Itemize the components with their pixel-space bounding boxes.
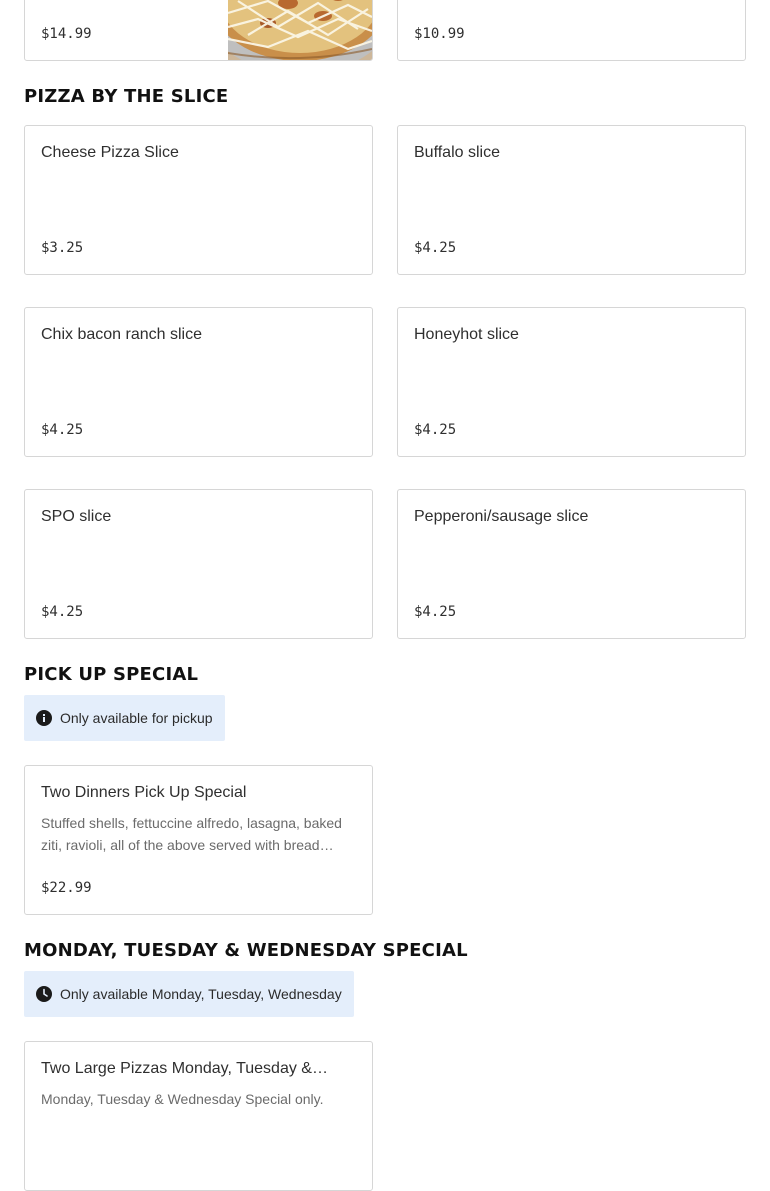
availability-notice: Only available for pickup [24,695,225,741]
section-title: PIZZA BY THE SLICE [24,86,229,107]
item-name: SPO slice [41,508,112,525]
item-description: Monday, Tuesday & Wednesday Special only… [41,1091,324,1107]
item-price: $4.25 [41,422,84,438]
notice-text: Only available Monday, Tuesday, Wednesda… [60,986,342,1002]
item-name: Chix bacon ranch slice [41,326,202,343]
section-title: MONDAY, TUESDAY & WEDNESDAY SPECIAL [24,940,468,961]
menu-item-card[interactable]: $10.99 [397,0,746,61]
availability-notice: Only available Monday, Tuesday, Wednesda… [24,971,354,1017]
section-title: PICK UP SPECIAL [24,664,199,685]
menu-item-card[interactable]: $14.99 [24,0,373,61]
clock-icon [36,986,52,1002]
item-price: $4.25 [414,604,457,620]
menu-item-card[interactable]: Two Large Pizzas Monday, Tuesday &… Mond… [24,1041,373,1191]
menu-item-card[interactable]: Pepperoni/sausage slice $4.25 [397,489,746,639]
item-name: Pepperoni/sausage slice [414,508,589,525]
menu-item-card[interactable]: Honeyhot slice $4.25 [397,307,746,457]
menu-item-card[interactable]: Cheese Pizza Slice $3.25 [24,125,373,275]
item-name: Honeyhot slice [414,326,519,343]
notice-text: Only available for pickup [60,710,213,726]
item-name: Cheese Pizza Slice [41,144,179,161]
item-price: $4.25 [414,240,457,256]
menu-item-card[interactable]: Buffalo slice $4.25 [397,125,746,275]
pizza-photo [204,0,372,60]
item-price: $10.99 [414,26,465,42]
item-name: Two Large Pizzas Monday, Tuesday &… [41,1060,328,1077]
menu-item-card[interactable]: Chix bacon ranch slice $4.25 [24,307,373,457]
item-price: $4.25 [414,422,457,438]
info-icon [36,710,52,726]
item-name: Buffalo slice [414,144,500,161]
item-name: Two Dinners Pick Up Special [41,784,247,801]
item-price: $3.25 [41,240,84,256]
item-description: Stuffed shells, fettuccine alfredo, lasa… [41,815,342,853]
item-price: $14.99 [41,26,92,42]
item-price: $22.99 [41,880,92,896]
menu-item-card[interactable]: Two Dinners Pick Up Special Stuffed shel… [24,765,373,915]
item-price: $4.25 [41,604,84,620]
menu-item-card[interactable]: SPO slice $4.25 [24,489,373,639]
